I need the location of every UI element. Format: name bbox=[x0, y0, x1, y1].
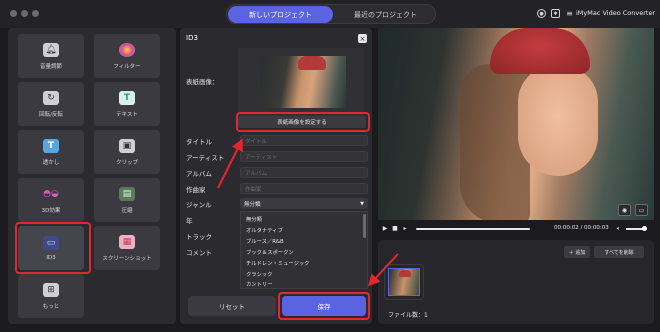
artist-field[interactable]: アーティスト bbox=[240, 151, 368, 162]
gear-icon[interactable]: ✱ bbox=[551, 9, 560, 18]
delete-all-button[interactable]: すべてを削除 bbox=[594, 246, 644, 258]
tab-new-project[interactable]: 新しいプロジェクト bbox=[228, 6, 333, 23]
folder-icon[interactable]: ▭ bbox=[635, 204, 648, 216]
screenshot-icon: ▦ bbox=[119, 234, 135, 249]
genre-selected-value: 無分類 bbox=[244, 201, 261, 208]
chevron-down-icon: ▼ bbox=[360, 201, 364, 207]
cover-image-box[interactable] bbox=[238, 48, 364, 116]
cover-hat-shape bbox=[298, 56, 326, 70]
thumbnail-frame bbox=[384, 264, 424, 300]
tool-label: スクリーンショット bbox=[102, 255, 152, 262]
window-close-dot[interactable] bbox=[10, 10, 17, 17]
genre-option[interactable]: ブック＆スポークン bbox=[246, 248, 294, 256]
stop-icon[interactable]: ■ bbox=[392, 225, 398, 232]
track-label: トラック bbox=[186, 233, 212, 241]
user-icon[interactable]: ● bbox=[537, 9, 546, 18]
menu-icon[interactable]: ≡ bbox=[565, 9, 574, 18]
tool-filter[interactable]: フィルター bbox=[94, 34, 160, 78]
artist-label: アーティスト bbox=[186, 154, 225, 162]
composer-field[interactable]: 作曲家 bbox=[240, 183, 368, 194]
volume-knob[interactable] bbox=[642, 226, 647, 231]
add-button[interactable]: ＋ 追加 bbox=[564, 246, 590, 258]
album-label: アルバム bbox=[186, 170, 212, 178]
tool-rotate[interactable]: ↻ 回転/反転 bbox=[18, 82, 84, 126]
play-icon[interactable]: ▶ bbox=[382, 225, 388, 232]
tool-clip[interactable]: ▣ クリップ bbox=[94, 130, 160, 174]
camera-icon[interactable]: ◉ bbox=[618, 204, 631, 216]
watermark-icon: T bbox=[43, 138, 59, 153]
bell-icon: 🔔︎ bbox=[43, 42, 59, 57]
window-minimize-dot[interactable] bbox=[21, 10, 28, 17]
tool-label: 圧縮 bbox=[121, 207, 133, 214]
tool-volume[interactable]: 🔔︎ 音量調節 bbox=[18, 34, 84, 78]
file-panel: ＋ 追加 すべてを削除 ファイル数：1 bbox=[378, 240, 654, 324]
tool-label: フィルター bbox=[113, 63, 141, 70]
year-label: 年 bbox=[186, 217, 193, 225]
tool-3d[interactable]: ◓◒ 3D効果 bbox=[18, 178, 84, 222]
title-label: タイトル bbox=[186, 138, 212, 146]
window-maximize-dot[interactable] bbox=[32, 10, 39, 17]
compress-icon: ▤ bbox=[119, 186, 135, 201]
tab-recent-projects[interactable]: 最近のプロジェクト bbox=[337, 6, 434, 23]
preview-face-shape bbox=[518, 66, 598, 176]
tool-label: 音量調節 bbox=[39, 63, 62, 70]
genre-option[interactable]: 無分類 bbox=[246, 215, 262, 223]
tool-label: 透かし bbox=[42, 159, 60, 166]
genre-scrollbar[interactable] bbox=[363, 214, 366, 238]
genre-dropdown-list: 無分類 オルタナティブ ブルース／R&B ブック＆スポークン チルドレン・ミュー… bbox=[240, 211, 368, 289]
comment-label: コメント bbox=[186, 249, 212, 257]
highlight-box-save bbox=[278, 292, 370, 320]
tool-panel: 🔔︎ 音量調節 フィルター ↻ 回転/反転 T テキスト T 透かし ▣ クリッ… bbox=[8, 28, 176, 324]
id3-title: ID3 bbox=[186, 34, 198, 42]
genre-label: ジャンル bbox=[186, 201, 212, 209]
reset-button[interactable]: リセット bbox=[188, 296, 276, 316]
title-field[interactable]: タイトル bbox=[240, 135, 368, 146]
close-button[interactable]: × bbox=[358, 34, 367, 43]
genre-option[interactable]: チルドレン・ミュージック bbox=[246, 259, 309, 267]
highlight-box-set-cover bbox=[236, 112, 370, 132]
tool-label: クリップ bbox=[115, 159, 138, 166]
clip-icon: ▣ bbox=[119, 138, 135, 153]
file-count: ファイル数：1 bbox=[388, 312, 428, 319]
title-bar: 新しいプロジェクト 最近のプロジェクト ● ✱ ≡ iMyMac Video C… bbox=[0, 0, 660, 28]
tool-watermark[interactable]: T 透かし bbox=[18, 130, 84, 174]
tool-screenshot[interactable]: ▦ スクリーンショット bbox=[94, 226, 160, 270]
cover-image bbox=[260, 56, 346, 108]
tool-compress[interactable]: ▤ 圧縮 bbox=[94, 178, 160, 222]
volume-icon[interactable]: 🔈︎ bbox=[614, 225, 623, 232]
genre-option[interactable]: カントリー bbox=[246, 280, 273, 288]
rotate-icon: ↻ bbox=[43, 90, 59, 105]
next-icon[interactable]: ▸ bbox=[402, 225, 408, 232]
seek-bar[interactable] bbox=[416, 228, 530, 230]
3d-glasses-icon: ◓◒ bbox=[43, 188, 59, 199]
tool-text[interactable]: T テキスト bbox=[94, 82, 160, 126]
highlight-box-id3 bbox=[15, 222, 91, 274]
tool-label: 3D効果 bbox=[41, 207, 61, 214]
genre-option[interactable]: クラシック bbox=[246, 270, 272, 278]
tool-more[interactable]: ⊞ もっと bbox=[18, 274, 84, 318]
app-name: iMyMac Video Converter bbox=[576, 9, 656, 17]
preview-hat-shape bbox=[490, 28, 590, 74]
project-tabs: 新しいプロジェクト 最近のプロジェクト bbox=[226, 4, 436, 24]
tool-label: テキスト bbox=[116, 111, 138, 118]
composer-label: 作曲家 bbox=[186, 186, 206, 194]
id3-panel: ID3 × 表紙画像： 表紙画像を設定する タイトル タイトル アーティスト ア… bbox=[180, 28, 372, 324]
playback-controls: ▶ ■ ▸ 00:00:02 / 00:00:03 🔈︎ bbox=[378, 222, 654, 236]
time-display: 00:00:02 / 00:00:03 bbox=[554, 225, 609, 231]
genre-option[interactable]: ブルース／R&B bbox=[246, 237, 284, 245]
video-preview: ◉ ▭ bbox=[378, 28, 654, 220]
genre-select[interactable]: 無分類 ▼ bbox=[240, 198, 368, 209]
genre-option[interactable]: オルタナティブ bbox=[246, 226, 283, 234]
album-field[interactable]: アルバム bbox=[240, 167, 368, 178]
filter-icon bbox=[119, 42, 135, 57]
tool-label: もっと bbox=[42, 303, 60, 310]
text-icon: T bbox=[119, 90, 135, 105]
more-icon: ⊞ bbox=[43, 282, 59, 297]
tool-label: 回転/反転 bbox=[39, 111, 63, 118]
cover-label: 表紙画像： bbox=[186, 78, 219, 86]
